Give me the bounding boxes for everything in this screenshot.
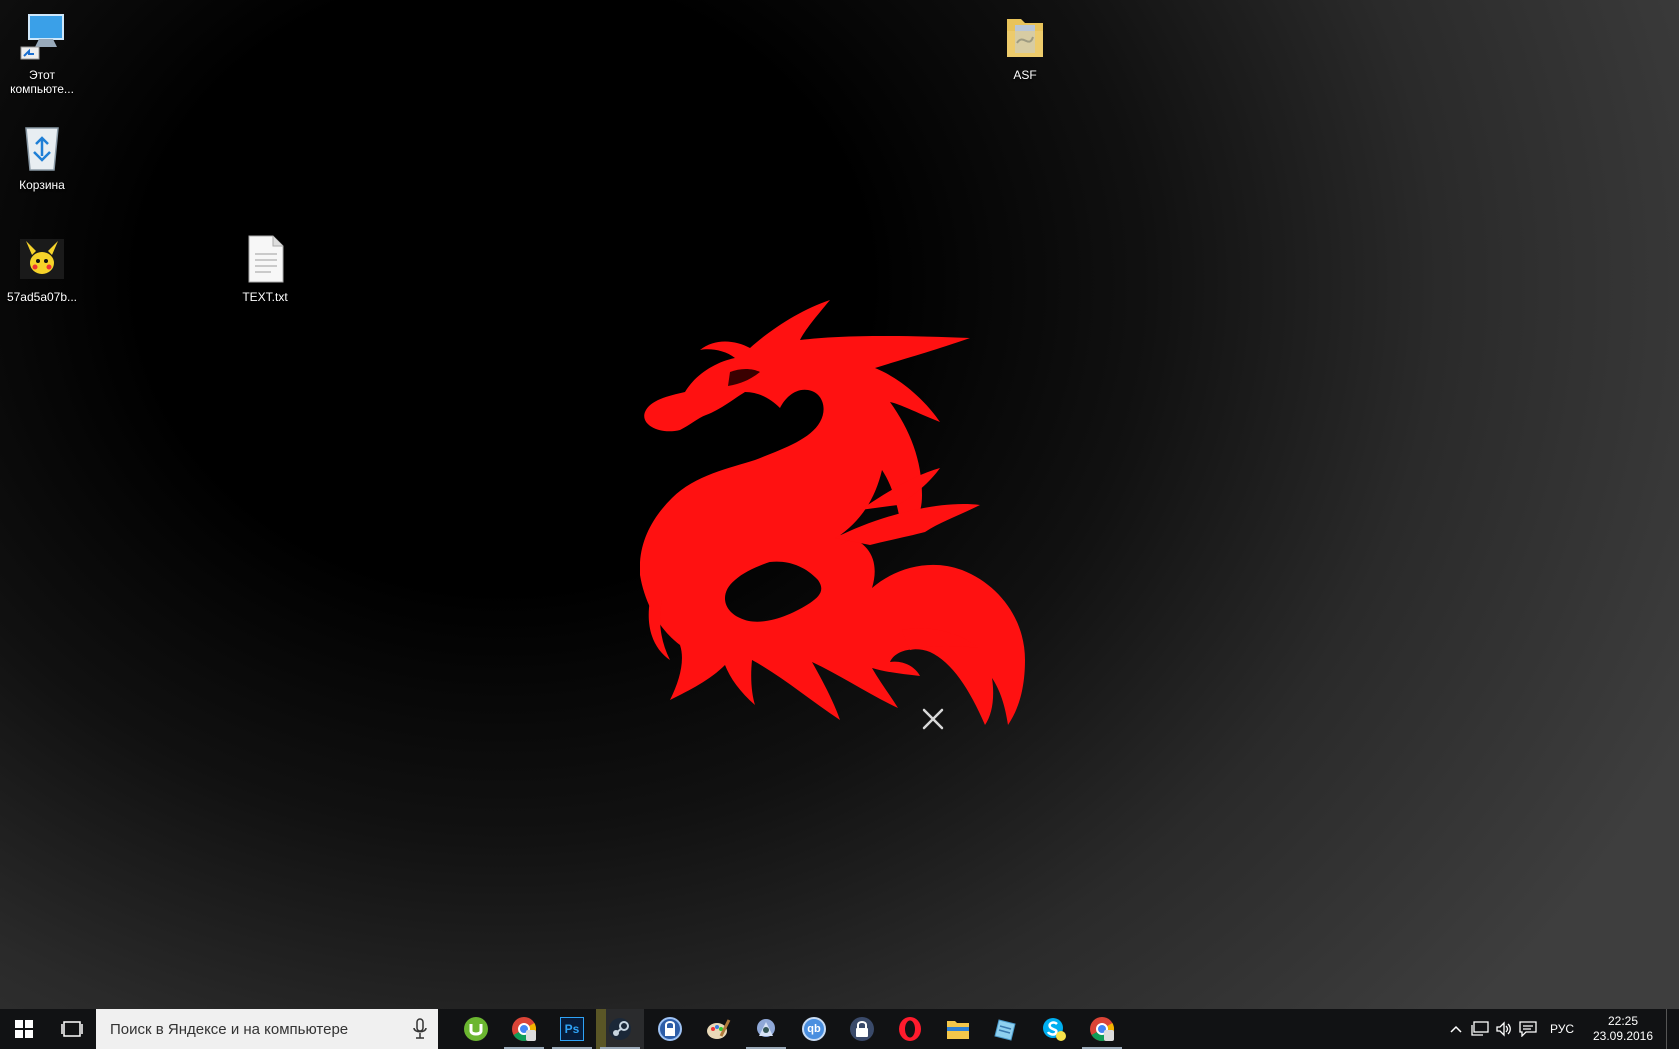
language-indicator[interactable]: РУС bbox=[1540, 1022, 1584, 1036]
steam-icon bbox=[609, 1018, 631, 1040]
taskbar-app-notepad[interactable] bbox=[982, 1009, 1030, 1049]
notification-icon bbox=[1519, 1021, 1537, 1037]
task-view-icon bbox=[61, 1021, 83, 1037]
dragon-wallpaper bbox=[640, 300, 1025, 725]
lock-icon bbox=[850, 1017, 874, 1041]
taskbar-app-game[interactable] bbox=[742, 1009, 790, 1049]
clock[interactable]: 22:25 23.09.2016 bbox=[1584, 1014, 1662, 1044]
task-view-button[interactable] bbox=[48, 1009, 96, 1049]
desktop-icon-label: Этот компьюте... bbox=[10, 68, 74, 96]
photoshop-icon: Ps bbox=[560, 1017, 584, 1041]
network-button[interactable] bbox=[1468, 1009, 1492, 1049]
desktop: Этот компьюте... Корзина 57ad5a07b... TE… bbox=[0, 0, 1679, 1009]
taskbar: Поиск в Яндексе и на компьютере Ps qb РУ… bbox=[0, 1009, 1679, 1049]
taskbar-app-photoshop[interactable]: Ps bbox=[548, 1009, 596, 1049]
skype-icon bbox=[1043, 1018, 1066, 1041]
desktop-icon-folder-asf[interactable]: ASF bbox=[983, 10, 1067, 82]
desktop-icon-label: TEXT.txt bbox=[242, 290, 288, 304]
network-icon bbox=[1471, 1021, 1489, 1036]
search-placeholder: Поиск в Яндексе и на компьютере bbox=[110, 1020, 349, 1038]
show-desktop-button[interactable] bbox=[1666, 1009, 1673, 1049]
search-input[interactable]: Поиск в Яндексе и на компьютере bbox=[96, 1009, 438, 1049]
utorrent-icon bbox=[464, 1017, 488, 1041]
windows-logo-icon bbox=[15, 1020, 33, 1038]
opera-icon bbox=[899, 1017, 921, 1041]
chrome-icon bbox=[512, 1017, 537, 1042]
folder-icon bbox=[998, 10, 1052, 64]
qbittorrent-icon: qb bbox=[802, 1017, 826, 1041]
computer-icon bbox=[15, 10, 69, 64]
desktop-icon-this-computer[interactable]: Этот компьюте... bbox=[0, 10, 84, 96]
taskbar-app-file-explorer[interactable] bbox=[934, 1009, 982, 1049]
taskbar-app-qbittorrent[interactable]: qb bbox=[790, 1009, 838, 1049]
chevron-up-icon bbox=[1450, 1025, 1462, 1033]
photoshop-label: Ps bbox=[564, 1022, 580, 1036]
volume-button[interactable] bbox=[1492, 1009, 1516, 1049]
notepad-icon bbox=[994, 1019, 1016, 1041]
volume-icon bbox=[1496, 1021, 1511, 1037]
taskbar-app-vpn[interactable] bbox=[646, 1009, 694, 1049]
desktop-icon-recycle-bin[interactable]: Корзина bbox=[0, 120, 84, 192]
action-center-button[interactable] bbox=[1516, 1009, 1540, 1049]
show-hidden-icons-button[interactable] bbox=[1444, 1009, 1468, 1049]
taskbar-app-chrome[interactable] bbox=[500, 1009, 548, 1049]
desktop-icon-label: Корзина bbox=[19, 178, 65, 192]
taskbar-app-steam[interactable] bbox=[596, 1009, 644, 1049]
paint-icon bbox=[707, 1019, 731, 1039]
desktop-icon-label: ASF bbox=[1013, 68, 1037, 82]
start-button[interactable] bbox=[0, 1009, 48, 1049]
recycle-bin-icon bbox=[15, 120, 69, 174]
desktop-icon-image-file[interactable]: 57ad5a07b... bbox=[0, 232, 84, 304]
microphone-icon[interactable] bbox=[412, 1018, 428, 1040]
clock-date: 23.09.2016 bbox=[1592, 1029, 1654, 1043]
file-explorer-icon bbox=[947, 1021, 969, 1039]
taskbar-app-opera[interactable] bbox=[886, 1009, 934, 1049]
chrome-user-icon bbox=[1090, 1017, 1115, 1042]
taskbar-app-skype[interactable] bbox=[1030, 1009, 1078, 1049]
desktop-icon-label: 57ad5a07b... bbox=[6, 290, 78, 304]
vpn-icon bbox=[658, 1017, 682, 1041]
taskbar-app-chrome-user[interactable] bbox=[1078, 1009, 1126, 1049]
image-file-icon bbox=[15, 232, 69, 286]
text-file-icon bbox=[238, 232, 292, 286]
system-tray: РУС 22:25 23.09.2016 bbox=[1444, 1009, 1679, 1049]
taskbar-app-paint[interactable] bbox=[694, 1009, 742, 1049]
taskbar-app-utorrent[interactable] bbox=[452, 1009, 500, 1049]
game-icon bbox=[757, 1019, 775, 1037]
desktop-icon-text-file[interactable]: TEXT.txt bbox=[223, 232, 307, 304]
clock-time: 22:25 bbox=[1607, 1014, 1639, 1028]
qb-label: qb bbox=[807, 1023, 821, 1035]
close-icon[interactable] bbox=[920, 706, 946, 732]
taskbar-app-lock[interactable] bbox=[838, 1009, 886, 1049]
